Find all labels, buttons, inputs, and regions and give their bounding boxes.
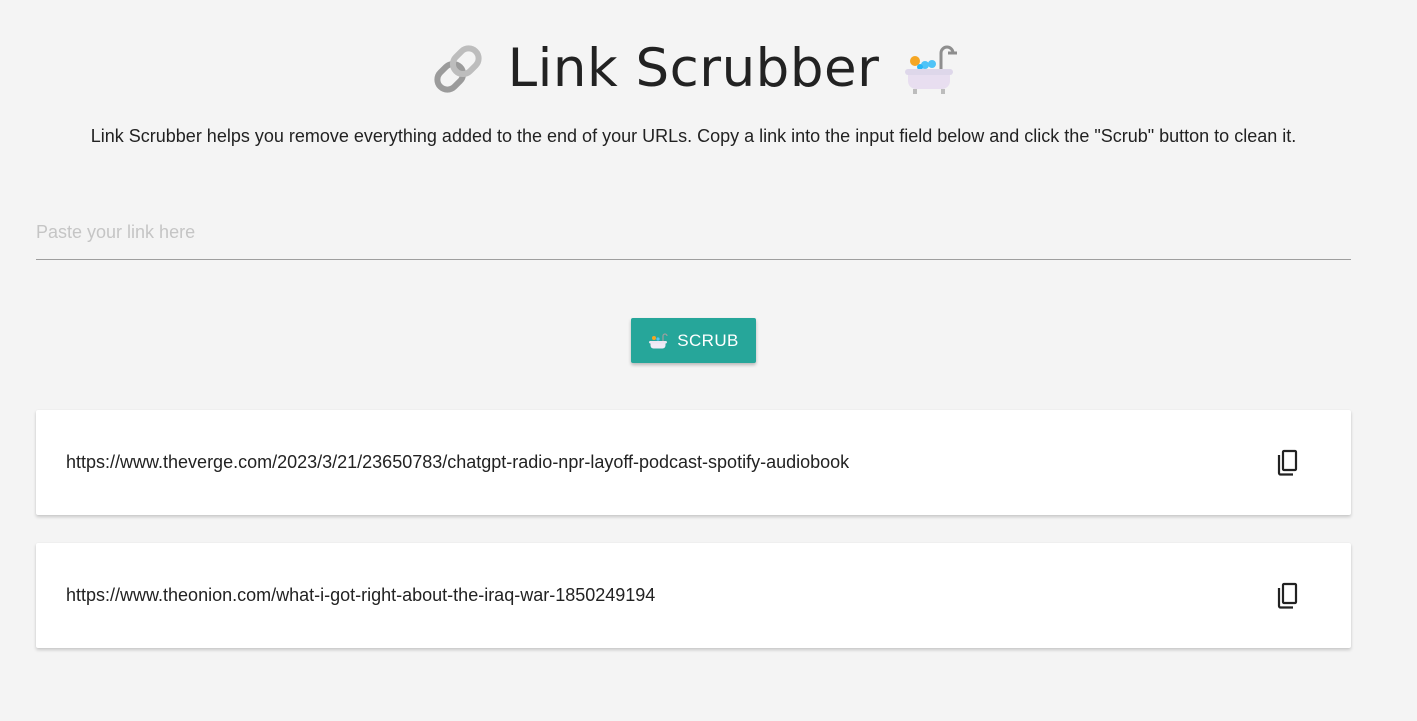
scrub-button-label: SCRUB [677, 330, 739, 350]
result-card: https://www.theverge.com/2023/3/21/23650… [36, 410, 1351, 515]
link-input-container [36, 222, 1351, 260]
scrub-button[interactable]: SCRUB [631, 318, 756, 363]
copy-button[interactable] [1275, 582, 1301, 610]
copy-icon [1275, 582, 1301, 610]
link-icon [430, 41, 486, 97]
copy-icon [1275, 449, 1301, 477]
copy-button[interactable] [1275, 449, 1301, 477]
result-card: https://www.theonion.com/what-i-got-righ… [36, 543, 1351, 648]
result-url: https://www.theonion.com/what-i-got-righ… [66, 585, 656, 605]
link-input[interactable] [36, 222, 1351, 260]
bathtub-icon [901, 41, 958, 97]
page-description: Link Scrubber helps you remove everythin… [90, 126, 1297, 146]
page-title: Link Scrubber [507, 38, 880, 99]
result-url: https://www.theverge.com/2023/3/21/23650… [66, 452, 850, 472]
bathtub-icon [648, 331, 668, 351]
page-header: Link Scrubber [0, 38, 1387, 99]
